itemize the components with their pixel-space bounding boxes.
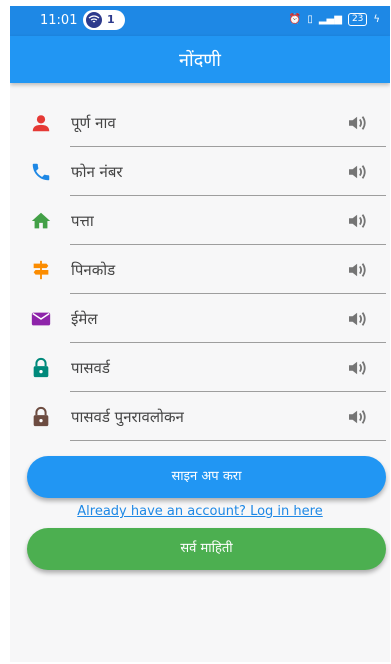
address-field[interactable]: पत्ता (10, 196, 390, 245)
field-label: पिनकोड (71, 261, 116, 279)
full-name-field[interactable]: पूर्ण नाव (10, 98, 390, 147)
status-bar: 11:01 1 ⏰ ▯ ▂▄▆ 23 ϟ (10, 6, 390, 36)
signup-button[interactable]: साइन अप करा (27, 456, 386, 498)
person-icon (32, 115, 50, 132)
notification-pill: 1 (83, 10, 125, 30)
all-info-button[interactable]: सर्व माहिती (27, 528, 386, 570)
home-icon (31, 212, 51, 229)
app-bar: नोंदणी (10, 36, 390, 83)
phone-icon (32, 163, 50, 181)
field-label: पूर्ण नाव (71, 114, 116, 132)
field-label: ईमेल (71, 310, 98, 328)
speaker-icon[interactable] (347, 310, 369, 328)
field-label: पासवर्ड पुनरावलोकन (71, 408, 184, 426)
field-underline (70, 440, 386, 441)
battery-icon: 23 (347, 13, 368, 26)
field-label: फोन नंबर (71, 163, 123, 181)
lock-icon (33, 357, 49, 378)
phone-field[interactable]: फोन नंबर (10, 147, 390, 196)
email-field[interactable]: ईमेल (10, 294, 390, 343)
pincode-field[interactable]: पिनकोड (10, 245, 390, 294)
speaker-icon[interactable] (347, 359, 369, 377)
speaker-icon[interactable] (347, 114, 369, 132)
alarm-icon: ⏰ (288, 14, 302, 25)
lock-icon (33, 406, 49, 427)
status-time: 11:01 (40, 13, 78, 28)
app-notification-icon (86, 12, 102, 28)
signpost-icon (33, 260, 49, 280)
status-indicators: ⏰ ▯ ▂▄▆ 23 ϟ (289, 13, 380, 26)
speaker-icon[interactable] (347, 212, 369, 230)
password-field[interactable]: पासवर्ड (10, 343, 390, 392)
phone-screen: 11:01 1 ⏰ ▯ ▂▄▆ 23 ϟ नोंदणी पूर्ण नाव फो… (10, 6, 390, 662)
field-label: पत्ता (71, 212, 94, 230)
charging-icon: ϟ (373, 14, 380, 25)
confirm-password-field[interactable]: पासवर्ड पुनरावलोकन (10, 392, 390, 441)
field-label: पासवर्ड (71, 359, 110, 377)
speaker-icon[interactable] (347, 163, 369, 181)
login-link[interactable]: Already have an account? Log in here (10, 504, 390, 519)
page-title: नोंदणी (179, 50, 221, 71)
speaker-icon[interactable] (347, 408, 369, 426)
volte-icon: ▯ (307, 14, 313, 25)
notification-count: 1 (107, 13, 115, 26)
signal-icon: ▂▄▆ (318, 14, 342, 25)
speaker-icon[interactable] (347, 261, 369, 279)
mail-icon (31, 312, 51, 326)
